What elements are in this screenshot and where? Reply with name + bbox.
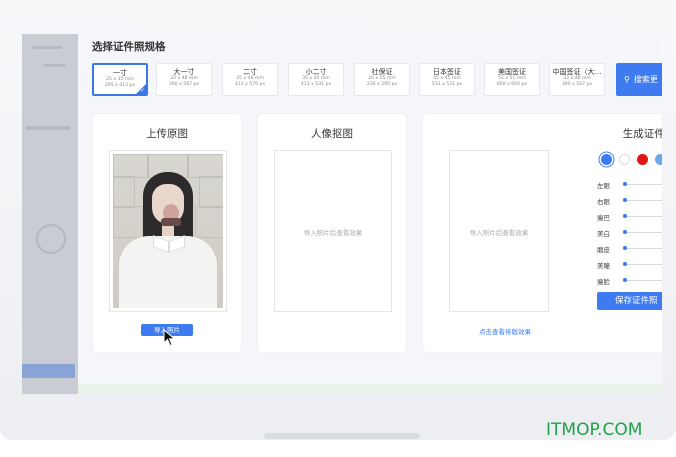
spec-card[interactable]: 美国签证 51 x 51 mm 600 x 600 px [484, 63, 540, 96]
spec-dim-px: 600 x 600 px [496, 82, 528, 87]
spec-dim-px: 390 x 567 px [168, 82, 200, 87]
bg-color-blue[interactable] [601, 154, 612, 165]
slider-track[interactable] [623, 216, 662, 217]
slider-handle[interactable] [623, 230, 627, 234]
spec-name: 二寸 [243, 68, 257, 76]
mouse-cursor-icon [163, 329, 176, 347]
slider-handle[interactable] [623, 198, 627, 202]
spec-dim-px: 390 x 567 px [561, 82, 593, 87]
wall-tile [187, 154, 223, 178]
cutout-panel-title: 人像抠图 [311, 128, 353, 140]
photo-preview [109, 150, 227, 312]
view-layout-link[interactable]: 点击查看排版效果 [479, 326, 531, 336]
result-placeholder: 导入照片后查看效果 [469, 229, 529, 237]
wall-tile [113, 176, 135, 208]
spec-name: 小二寸 [305, 68, 327, 76]
page-title: 选择证件照规格 [92, 41, 166, 53]
slider-handle[interactable] [623, 246, 627, 250]
spec-dim-px: 413 x 579 px [234, 82, 266, 87]
bg-color-lightblue[interactable] [655, 154, 662, 165]
search-icon: ⚲ [624, 75, 630, 84]
main-content: 选择证件照规格 一寸 25 x 35 mm 295 x 413 px ✓ 大一寸… [78, 34, 662, 394]
cutout-preview: 导入照片后查看效果 [274, 150, 392, 312]
sidebar-blur-line [44, 64, 66, 67]
search-more-button[interactable]: ⚲ 搜索更 [616, 63, 662, 96]
spec-dim-px: 413 x 531 px [300, 82, 332, 87]
wall-tile [195, 206, 223, 238]
slider-label: 右眼 [597, 198, 610, 206]
app-screen: 选择证件照规格 一寸 25 x 35 mm 295 x 413 px ✓ 大一寸… [22, 34, 662, 394]
slider-label: 瘦脸 [597, 278, 610, 286]
slider-track[interactable] [623, 232, 662, 233]
spec-card[interactable]: 社保证 20 x 25 mm 236 x 295 px [354, 63, 410, 96]
spec-card[interactable]: 一寸 25 x 35 mm 295 x 413 px ✓ [92, 63, 148, 96]
upload-panel: 上传原图 导入照片 [93, 114, 241, 352]
spec-card[interactable]: 小二寸 35 x 45 mm 413 x 531 px [288, 63, 344, 96]
portrait-photo [113, 154, 223, 308]
slider-track[interactable] [623, 184, 662, 185]
spec-name: 社保证 [371, 68, 393, 76]
slider-track[interactable] [623, 264, 662, 265]
wall-tile [113, 154, 149, 178]
sidebar-blur-line [26, 126, 70, 130]
slider-label: 美瞳 [597, 262, 610, 270]
spec-name: 日本签证 [433, 68, 461, 76]
wall-tile [199, 176, 223, 208]
slider-label: 美白 [597, 230, 610, 238]
save-photo-button[interactable]: 保存证件照 [597, 292, 662, 310]
spec-name: 中国签证（大… [552, 68, 602, 76]
slider-handle[interactable] [623, 278, 627, 282]
device-stand [264, 433, 420, 439]
spec-name: 美国签证 [498, 68, 526, 76]
spec-card[interactable]: 大一寸 33 x 48 mm 390 x 567 px [156, 63, 212, 96]
slider-handle[interactable] [623, 214, 627, 218]
slider-track[interactable] [623, 200, 662, 201]
generate-panel: 生成证件照 导入照片后查看效果 点击查看排版效果 左眼 右眼 瘦巴 [423, 114, 662, 352]
mouth-overlay [161, 218, 181, 226]
check-icon: ✓ [139, 87, 145, 94]
spec-name: 大一寸 [173, 68, 195, 76]
search-button-label: 搜索更 [633, 75, 658, 84]
avatar [36, 224, 66, 254]
wall-tile [113, 206, 143, 238]
spec-card[interactable]: 日本签证 45 x 45 mm 531 x 531 px [419, 63, 475, 96]
result-preview: 导入照片后查看效果 [449, 150, 549, 312]
slider-track[interactable] [623, 248, 662, 249]
footer-strip [78, 384, 662, 394]
cutout-panel: 人像抠图 导入照片后查看效果 [258, 114, 406, 352]
slider-handle[interactable] [623, 262, 627, 266]
slider-label: 左眼 [597, 182, 610, 190]
watermark: ITMOP.COM [546, 420, 643, 440]
bg-color-white[interactable] [619, 154, 630, 165]
sidebar-active-item[interactable] [22, 364, 75, 378]
generate-panel-title: 生成证件照 [622, 128, 662, 140]
spec-dim-px: 236 x 295 px [366, 82, 398, 87]
upload-panel-title: 上传原图 [146, 128, 188, 140]
slider-track[interactable] [623, 280, 662, 281]
spec-card[interactable]: 中国签证（大… 33 x 48 mm 390 x 567 px [549, 63, 605, 96]
cutout-placeholder: 导入照片后查看效果 [303, 229, 363, 237]
sidebar [22, 34, 78, 394]
spec-card[interactable]: 二寸 35 x 49 mm 413 x 579 px [222, 63, 278, 96]
slider-label: 磨皮 [597, 246, 610, 254]
bg-color-red[interactable] [637, 154, 648, 165]
slider-label: 瘦巴 [597, 214, 610, 222]
device-frame: 选择证件照规格 一寸 25 x 35 mm 295 x 413 px ✓ 大一寸… [0, 0, 676, 440]
spec-dim-px: 531 x 531 px [431, 82, 463, 87]
spec-name: 一寸 [113, 69, 127, 77]
slider-handle[interactable] [623, 182, 627, 186]
sidebar-blur-line [32, 46, 62, 49]
